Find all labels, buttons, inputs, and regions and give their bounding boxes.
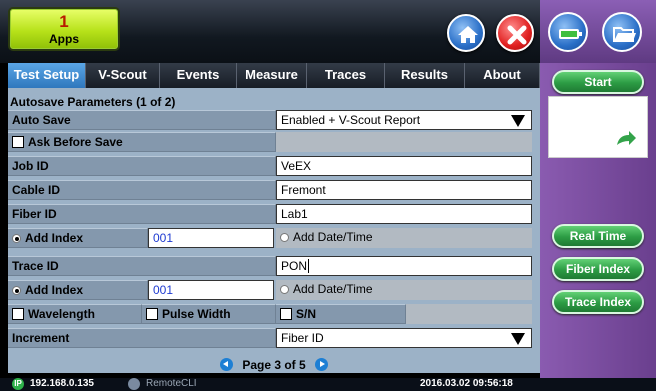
add-index-radio-1[interactable]: Add Index — [8, 228, 148, 248]
wavelength-checkbox[interactable]: Wavelength — [8, 304, 142, 324]
text-cursor: ​ — [308, 259, 310, 273]
battery-icon — [559, 29, 582, 39]
radio-icon — [280, 233, 289, 242]
cable-id-field[interactable]: Fremont — [276, 180, 532, 200]
add-index-field-2[interactable]: 001 — [148, 280, 274, 300]
section-title: Autosave Parameters (1 of 2) — [10, 95, 176, 109]
refresh-arrow-icon — [617, 131, 636, 145]
auto-save-value: Enabled + V-Scout Report — [281, 113, 421, 127]
remote-cli-label: RemoteCLI — [146, 378, 197, 389]
pulse-width-label: Pulse Width — [162, 307, 231, 321]
job-id-label: Job ID — [8, 156, 276, 176]
battery-button[interactable] — [548, 12, 588, 52]
trace-id-field[interactable]: PON​ — [276, 256, 532, 276]
auto-save-select[interactable]: Enabled + V-Scout Report — [276, 110, 532, 130]
add-index-row-1: Add Index 001 Add Date/Time — [8, 228, 532, 248]
tab-v-scout[interactable]: V-Scout — [86, 63, 160, 88]
top-bar: 1 Apps — [0, 0, 540, 63]
folder-button[interactable] — [602, 12, 642, 52]
ip-address: 192.168.0.135 — [30, 378, 94, 389]
apps-button[interactable]: 1 Apps — [8, 7, 120, 51]
tab-events[interactable]: Events — [160, 63, 237, 88]
home-button[interactable] — [447, 14, 485, 52]
datetime: 2016.03.02 09:56:18 — [420, 378, 513, 389]
status-bar: IP 192.168.0.135 RemoteCLI 2016.03.02 09… — [0, 378, 656, 391]
increment-value: Fiber ID — [281, 331, 324, 345]
add-index-radio-2[interactable]: Add Index — [8, 280, 148, 300]
options-row: Wavelength Pulse Width S/N — [8, 304, 532, 324]
prev-page-icon[interactable] — [219, 358, 233, 371]
fiber-id-field[interactable]: Lab1 — [276, 204, 532, 224]
ask-before-save-row: Ask Before Save — [8, 132, 532, 152]
ask-before-save-checkbox[interactable]: Ask Before Save — [8, 132, 276, 152]
close-button[interactable] — [496, 14, 534, 52]
tab-about[interactable]: About — [465, 63, 540, 88]
trace-id-label: Trace ID — [8, 256, 276, 276]
increment-label: Increment — [8, 328, 276, 348]
add-index-label: Add Index — [25, 231, 84, 245]
job-id-field[interactable]: VeEX — [276, 156, 532, 176]
add-index-row-2: Add Index 001 Add Date/Time — [8, 280, 532, 300]
tab-results[interactable]: Results — [385, 63, 465, 88]
add-index-field-1[interactable]: 001 — [148, 228, 274, 248]
trace-id-value: PON — [281, 259, 308, 273]
next-page-icon[interactable] — [315, 358, 329, 371]
preview-panel — [548, 96, 648, 158]
radio-icon — [280, 285, 289, 294]
radio-selected-icon — [12, 234, 21, 243]
fiber-id-row: Fiber ID Lab1 — [8, 204, 532, 224]
dropdown-arrow-icon — [511, 115, 525, 127]
add-date-time-radio-2[interactable]: Add Date/Time — [276, 280, 532, 300]
radio-selected-icon — [12, 286, 21, 295]
fiber-id-label: Fiber ID — [8, 204, 276, 224]
add-date-time-label: Add Date/Time — [293, 282, 373, 296]
remote-icon — [128, 378, 140, 390]
real-time-button[interactable]: Real Time — [552, 224, 644, 248]
checkbox-icon — [12, 308, 24, 320]
sn-label: S/N — [296, 307, 317, 321]
filler — [406, 304, 532, 324]
increment-select[interactable]: Fiber ID — [276, 328, 532, 348]
auto-save-row: Auto Save Enabled + V-Scout Report — [8, 110, 532, 130]
close-icon — [507, 25, 527, 45]
pager: Page 3 of 5 — [8, 358, 540, 374]
tab-measure[interactable]: Measure — [237, 63, 307, 88]
add-date-time-radio-1[interactable]: Add Date/Time — [276, 228, 532, 248]
auto-save-label: Auto Save — [8, 110, 276, 130]
increment-row: Increment Fiber ID — [8, 328, 532, 348]
tab-bar: Test Setup V-Scout Events Measure Traces… — [8, 63, 540, 88]
folder-icon — [613, 27, 636, 42]
apps-count: 1 — [59, 12, 69, 31]
add-date-time-label: Add Date/Time — [293, 230, 373, 244]
page-indicator: Page 3 of 5 — [242, 358, 306, 372]
fiber-index-button[interactable]: Fiber Index — [552, 257, 644, 281]
add-index-label: Add Index — [25, 283, 84, 297]
dropdown-arrow-icon — [511, 333, 525, 345]
checkbox-icon — [146, 308, 158, 320]
tab-traces[interactable]: Traces — [307, 63, 385, 88]
wavelength-label: Wavelength — [28, 307, 95, 321]
job-id-row: Job ID VeEX — [8, 156, 532, 176]
right-panel: Start Real Time Fiber Index Trace Index — [540, 0, 656, 380]
ask-before-save-label: Ask Before Save — [28, 135, 123, 149]
network-icon: IP — [12, 378, 24, 390]
cable-id-label: Cable ID — [8, 180, 276, 200]
trace-index-button[interactable]: Trace Index — [552, 290, 644, 314]
filler — [276, 132, 532, 152]
apps-label: Apps — [49, 32, 79, 46]
sn-checkbox[interactable]: S/N — [276, 304, 406, 324]
tab-test-setup[interactable]: Test Setup — [8, 63, 86, 88]
checkbox-icon — [280, 308, 292, 320]
checkbox-icon — [12, 136, 24, 148]
pulse-width-checkbox[interactable]: Pulse Width — [142, 304, 276, 324]
home-icon — [458, 26, 478, 43]
start-button[interactable]: Start — [552, 70, 644, 94]
trace-id-row: Trace ID PON​ — [8, 256, 532, 276]
cable-id-row: Cable ID Fremont — [8, 180, 532, 200]
